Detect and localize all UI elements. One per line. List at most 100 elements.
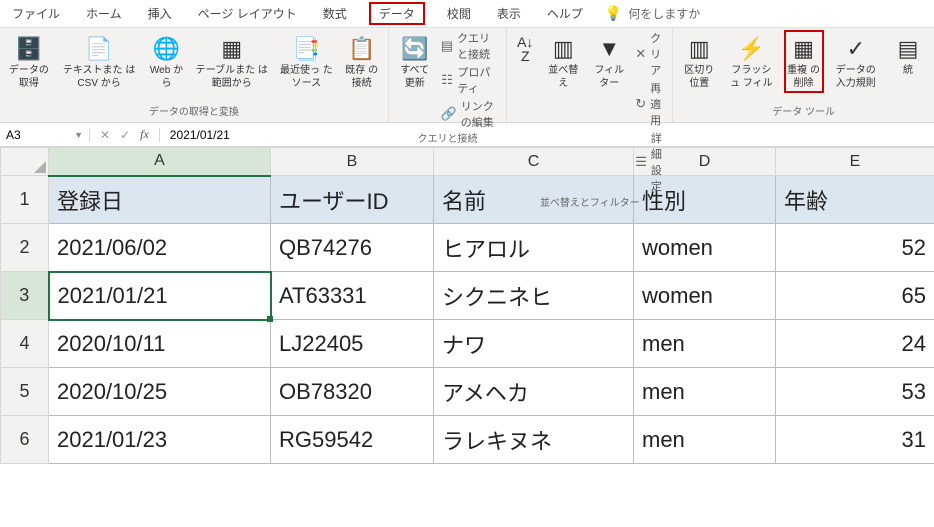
flash-fill-icon: ⚡ — [738, 33, 765, 65]
menu-formulas[interactable]: 数式 — [319, 2, 351, 25]
cell-A4[interactable]: 2020/10/11 — [49, 320, 271, 368]
confirm-icon[interactable]: ✓ — [120, 128, 130, 142]
reapply-label: 再適用 — [650, 80, 666, 128]
remove-dup-label: 重複 の削除 — [786, 65, 822, 90]
cell-A1[interactable]: 登録日 — [49, 176, 271, 224]
name-box[interactable]: A3 ▼ — [0, 128, 90, 142]
reapply-button[interactable]: ↻再適用 — [635, 80, 666, 128]
refresh-label: すべて 更新 — [397, 65, 433, 90]
recent-icon: 📑 — [293, 33, 320, 65]
get-data-label: データの 取得 — [8, 65, 50, 90]
menu-review[interactable]: 校閲 — [443, 2, 475, 25]
cell-B1[interactable]: ユーザーID — [271, 176, 434, 224]
row-header-2[interactable]: 2 — [1, 224, 49, 272]
group-label-sort: 並べ替えとフィルター — [513, 194, 666, 211]
menu-insert[interactable]: 挿入 — [144, 2, 176, 25]
cell-B6[interactable]: RG59542 — [271, 416, 434, 464]
cell-D2[interactable]: women — [634, 224, 776, 272]
cell-E4[interactable]: 24 — [776, 320, 934, 368]
ribbon: 🗄️データの 取得 📄テキストまた は CSV から 🌐Web から ▦テーブル… — [0, 28, 934, 123]
flash-fill-button[interactable]: ⚡フラッシュ フィル — [725, 30, 777, 93]
recent-label: 最近使っ たソース — [279, 65, 334, 90]
cell-E6[interactable]: 31 — [776, 416, 934, 464]
from-table-button[interactable]: ▦テーブルまた は範囲から — [193, 30, 272, 93]
fx-icon[interactable]: fx — [140, 127, 149, 142]
cell-A2[interactable]: 2021/06/02 — [49, 224, 271, 272]
refresh-all-button[interactable]: 🔄すべて 更新 — [395, 30, 435, 93]
row-header-6[interactable]: 6 — [1, 416, 49, 464]
menu-pagelayout[interactable]: ページ レイアウト — [194, 2, 301, 25]
reapply-icon: ↻ — [635, 96, 646, 112]
filter-button[interactable]: ▼フィルター — [589, 30, 629, 93]
ribbon-group-tools: ▥区切り位置 ⚡フラッシュ フィル ▦重複 の削除 ✓データの 入力規則 ▤統 … — [673, 28, 934, 122]
consolidate-button[interactable]: ▤統 — [888, 30, 928, 81]
bulb-icon: 💡 — [605, 5, 622, 22]
clear-filter-button[interactable]: ✕クリア — [635, 30, 666, 78]
cell-D3[interactable]: women — [634, 272, 776, 320]
cell-B5[interactable]: OB78320 — [271, 368, 434, 416]
tell-me[interactable]: 💡 何をしますか — [605, 5, 700, 22]
menu-file[interactable]: ファイル — [8, 2, 64, 25]
queries-conn-button[interactable]: ▤クエリと接続 — [441, 30, 501, 62]
cell-A5[interactable]: 2020/10/25 — [49, 368, 271, 416]
menu-view[interactable]: 表示 — [493, 2, 525, 25]
properties-button[interactable]: ☷プロパティ — [441, 64, 501, 96]
sort-button[interactable]: ▥並べ替え — [543, 30, 583, 93]
cell-C6[interactable]: ラレキヌネ — [434, 416, 634, 464]
select-all-corner[interactable] — [1, 148, 49, 176]
from-csv-button[interactable]: 📄テキストまた は CSV から — [58, 30, 141, 93]
cell-E3[interactable]: 65 — [776, 272, 934, 320]
text-to-columns-button[interactable]: ▥区切り位置 — [679, 30, 719, 93]
cell-C2[interactable]: ヒアロル — [434, 224, 634, 272]
row-header-5[interactable]: 5 — [1, 368, 49, 416]
properties-icon: ☷ — [441, 72, 454, 88]
row-header-3[interactable]: 3 — [1, 272, 49, 320]
cell-B3[interactable]: AT63331 — [271, 272, 434, 320]
cell-B2[interactable]: QB74276 — [271, 224, 434, 272]
remove-duplicates-button[interactable]: ▦重複 の削除 — [784, 30, 824, 93]
cell-C5[interactable]: アメヘカ — [434, 368, 634, 416]
get-data-icon: 🗄️ — [15, 33, 42, 65]
menu-help[interactable]: ヘルプ — [543, 2, 587, 25]
cell-C4[interactable]: ナワ — [434, 320, 634, 368]
cell-E2[interactable]: 52 — [776, 224, 934, 272]
group-label-tools: データ ツール — [679, 103, 928, 120]
menu-data[interactable]: データ — [369, 2, 425, 25]
existing-conn-button[interactable]: 📋既存 の接続 — [342, 30, 382, 93]
col-header-E[interactable]: E — [776, 148, 934, 176]
cell-D6[interactable]: men — [634, 416, 776, 464]
cell-E5[interactable]: 53 — [776, 368, 934, 416]
row-header-4[interactable]: 4 — [1, 320, 49, 368]
row-header-1[interactable]: 1 — [1, 176, 49, 224]
links-icon: 🔗 — [441, 106, 457, 122]
links-label: リンクの編集 — [461, 98, 501, 130]
cell-B4[interactable]: LJ22405 — [271, 320, 434, 368]
from-web-button[interactable]: 🌐Web から — [147, 30, 187, 93]
cell-D4[interactable]: men — [634, 320, 776, 368]
cell-A6[interactable]: 2021/01/23 — [49, 416, 271, 464]
col-header-A[interactable]: A — [49, 148, 271, 176]
advanced-filter-button[interactable]: ☰詳細設定 — [635, 130, 666, 194]
cell-D5[interactable]: men — [634, 368, 776, 416]
queries-icon: ▤ — [441, 38, 453, 54]
data-validation-button[interactable]: ✓データの 入力規則 — [830, 30, 882, 93]
menu-home[interactable]: ホーム — [82, 2, 126, 25]
conn-label: 既存 の接続 — [344, 65, 380, 90]
edit-links-button[interactable]: 🔗リンクの編集 — [441, 98, 501, 130]
col-header-B[interactable]: B — [271, 148, 434, 176]
grid: A B C D E 1 登録日 ユーザーID 名前 性別 年齢 2 2021/0… — [0, 147, 934, 464]
from-web-label: Web から — [149, 65, 185, 90]
menubar: ファイル ホーム 挿入 ページ レイアウト 数式 データ 校閲 表示 ヘルプ 💡… — [0, 0, 934, 28]
cell-C3[interactable]: シクニネヒ — [434, 272, 634, 320]
cancel-icon[interactable]: ✕ — [100, 128, 110, 142]
get-data-button[interactable]: 🗄️データの 取得 — [6, 30, 52, 93]
group-label-getdata: データの取得と変換 — [6, 103, 382, 120]
tell-me-label: 何をしますか — [628, 5, 700, 22]
text-to-cols-label: 区切り位置 — [681, 65, 717, 90]
recent-sources-button[interactable]: 📑最近使っ たソース — [277, 30, 336, 93]
from-csv-label: テキストまた は CSV から — [60, 65, 139, 90]
clear-icon: ✕ — [635, 46, 646, 62]
sort-az-button[interactable]: A↓Z — [513, 30, 537, 68]
cell-E1[interactable]: 年齢 — [776, 176, 934, 224]
cell-A3[interactable]: 2021/01/21 — [49, 272, 271, 320]
